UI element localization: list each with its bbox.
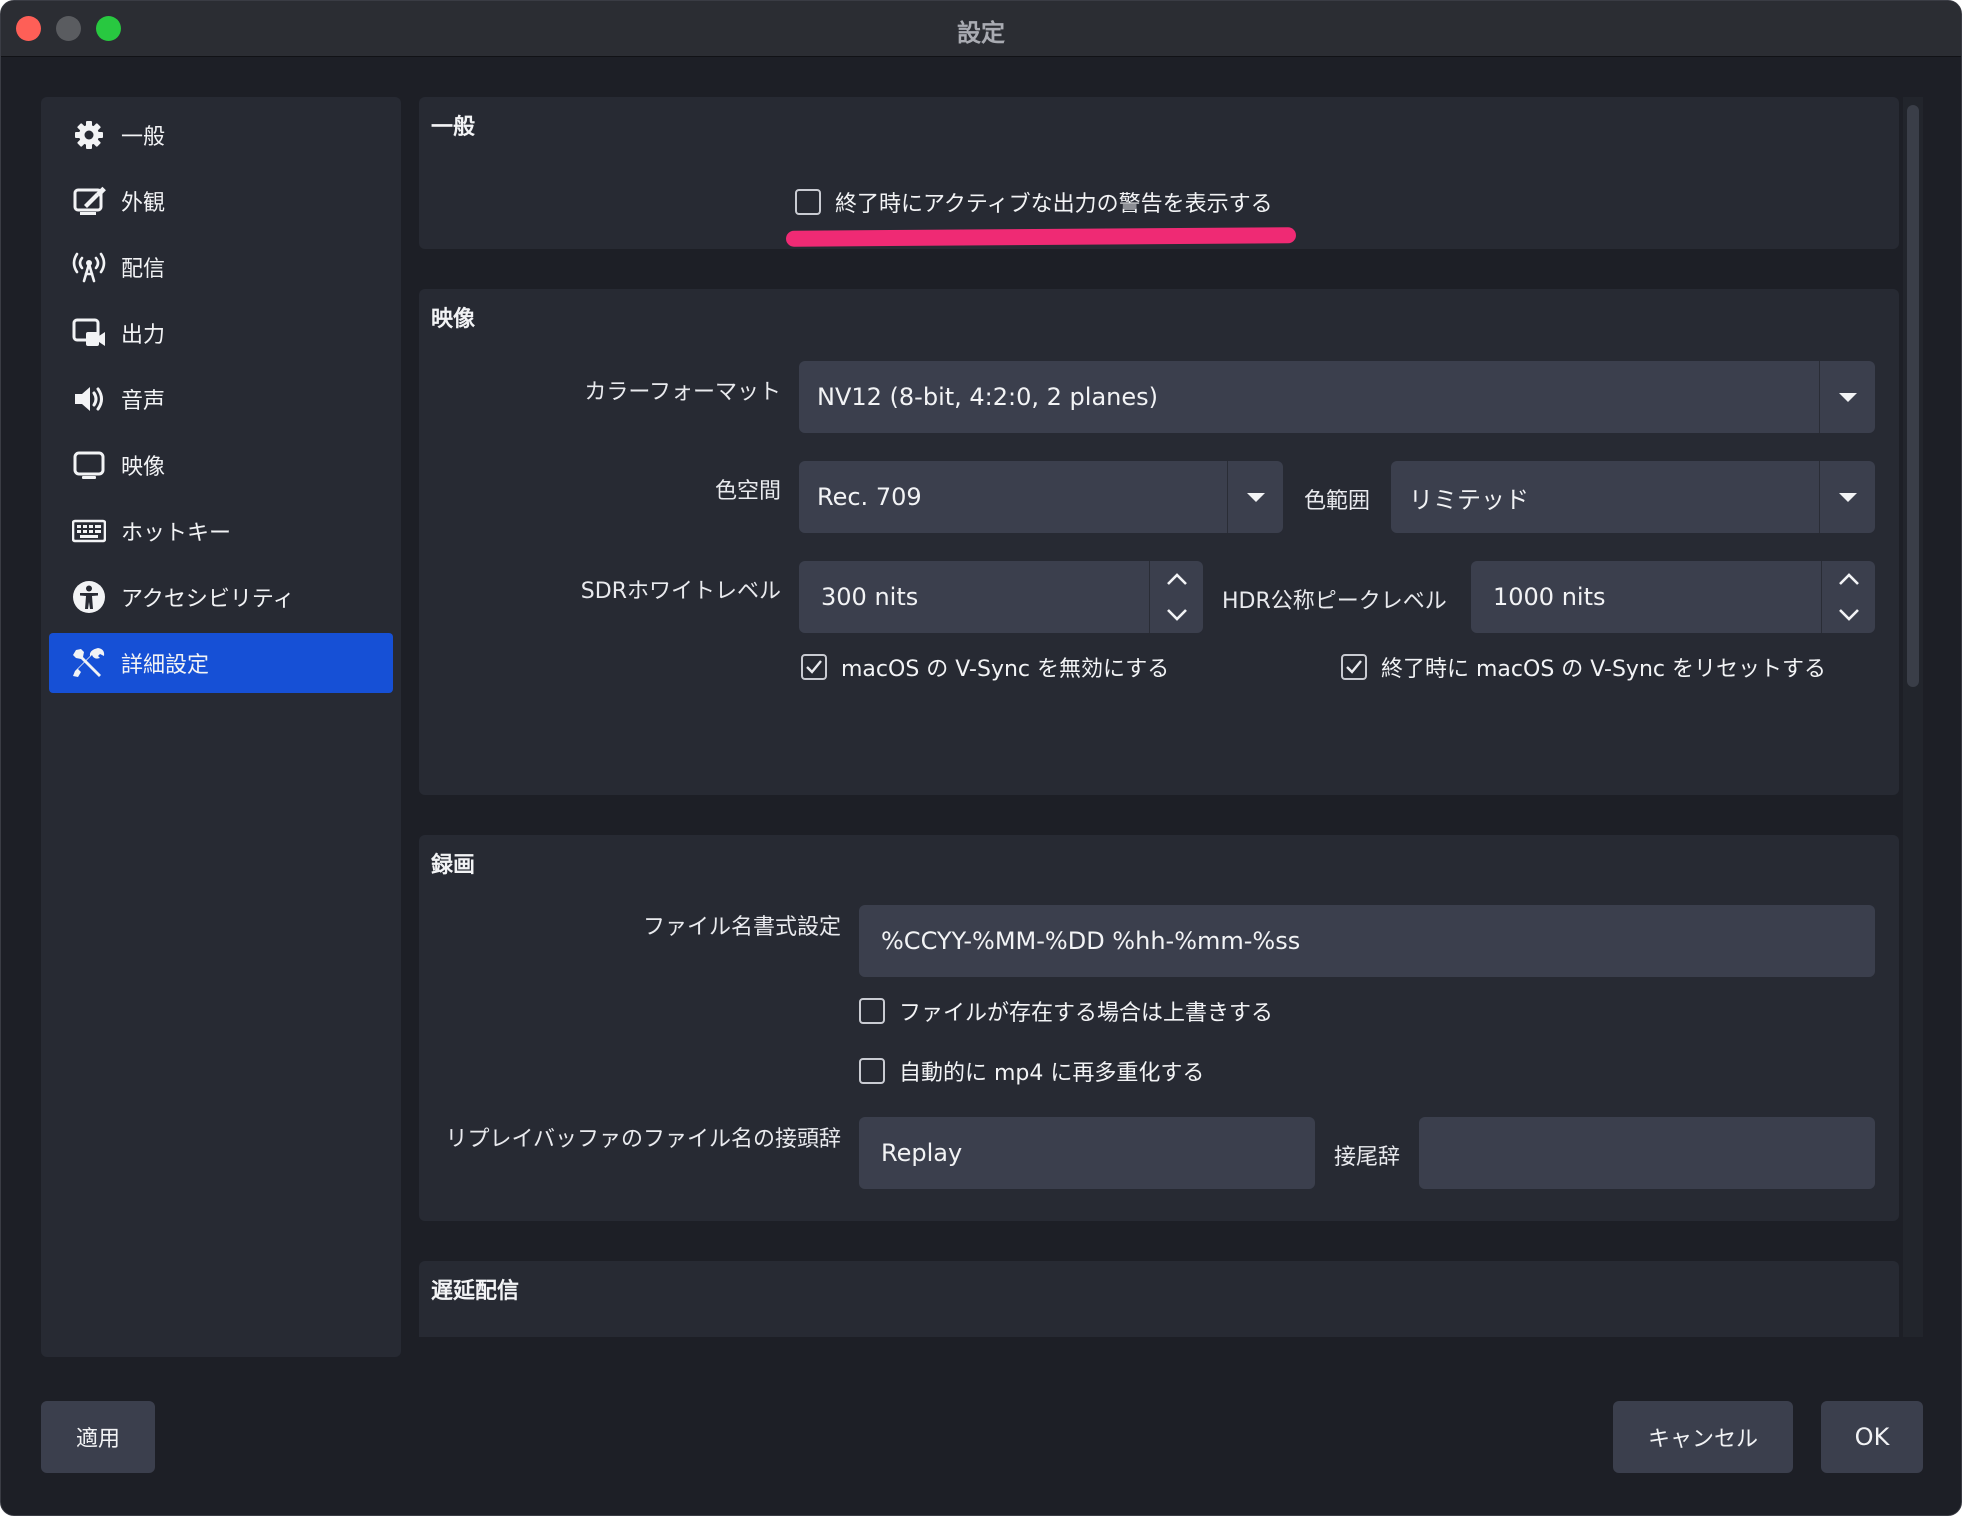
sidebar-item-label: アクセシビリティ (121, 587, 295, 612)
sidebar-item-label: 出力 (121, 323, 166, 348)
sidebar-item-label: 音声 (121, 389, 166, 414)
settings-content: 一般 終了時にアクティブな出力の警告を表示する 映像 カラーフォーマット NV1… (419, 97, 1921, 1337)
replay-prefix-label: リプレイバッファのファイル名の接頭辞 (445, 1127, 841, 1152)
reset-vsync-checkbox-row[interactable]: 終了時に macOS の V-Sync をリセットする (1341, 651, 1826, 683)
title-bar: 設定 (1, 1, 1961, 57)
sidebar-item-label: 配信 (121, 257, 166, 282)
warn-on-exit-checkbox[interactable] (795, 189, 821, 215)
sidebar-item-accessibility[interactable]: アクセシビリティ (49, 567, 393, 627)
sidebar-item-label: 一般 (121, 125, 166, 150)
sidebar-item-advanced[interactable]: 詳細設定 (49, 633, 393, 693)
chevron-up-icon[interactable] (1822, 561, 1876, 597)
chevron-down-icon[interactable] (1150, 597, 1204, 633)
sidebar: 一般 外観 配信 出力 音声 映像 ホットキー アクセシビリティ 詳細設定 (41, 97, 401, 1357)
sidebar-item-output[interactable]: 出力 (49, 303, 393, 363)
monitor-icon (69, 445, 109, 485)
scrollbar-thumb[interactable] (1907, 105, 1919, 687)
group-general: 一般 終了時にアクティブな出力の警告を表示する (419, 97, 1899, 249)
sidebar-item-stream[interactable]: 配信 (49, 237, 393, 297)
warn-on-exit-checkbox-row[interactable]: 終了時にアクティブな出力の警告を表示する (795, 186, 1273, 218)
sidebar-item-general[interactable]: 一般 (49, 105, 393, 165)
apply-button[interactable]: 適用 (41, 1401, 155, 1473)
disable-vsync-checkbox[interactable] (801, 654, 827, 680)
cancel-button[interactable]: キャンセル (1613, 1401, 1793, 1473)
sdr-white-level-spinbox[interactable]: 300 nits (799, 561, 1203, 633)
speaker-icon (69, 379, 109, 419)
hdr-peak-level-label: HDR公称ピークレベル (1222, 589, 1447, 614)
group-stream-delay: 遅延配信 (419, 1261, 1899, 1337)
warn-on-exit-label: 終了時にアクティブな出力の警告を表示する (835, 192, 1273, 217)
sidebar-item-audio[interactable]: 音声 (49, 369, 393, 429)
group-recording: 録画 ファイル名書式設定 %CCYY-%MM-%DD %hh-%mm-%ss フ… (419, 835, 1899, 1221)
ok-button[interactable]: OK (1821, 1401, 1923, 1473)
overwrite-checkbox[interactable] (859, 998, 885, 1024)
settings-window: 設定 一般 外観 配信 出力 音声 映像 ホットキー アクセシビリティ 詳細設定… (0, 0, 1962, 1516)
chevron-down-icon[interactable] (1227, 461, 1283, 533)
chevron-down-icon[interactable] (1819, 461, 1875, 533)
color-space-select[interactable]: Rec. 709 (799, 461, 1283, 533)
sidebar-item-label: ホットキー (121, 521, 232, 546)
sidebar-item-label: 詳細設定 (121, 653, 210, 678)
group-title: 録画 (431, 853, 476, 878)
group-video: 映像 カラーフォーマット NV12 (8-bit, 4:2:0, 2 plane… (419, 289, 1899, 795)
disable-vsync-checkbox-row[interactable]: macOS の V-Sync を無効にする (801, 651, 1169, 683)
color-format-select[interactable]: NV12 (8-bit, 4:2:0, 2 planes) (799, 361, 1875, 433)
filename-format-label: ファイル名書式設定 (642, 915, 841, 940)
accessibility-icon (69, 577, 109, 617)
reset-vsync-checkbox[interactable] (1341, 654, 1367, 680)
appearance-icon (69, 181, 109, 221)
keyboard-icon (69, 511, 109, 551)
sdr-white-level-label: SDRホワイトレベル (580, 579, 781, 604)
hdr-peak-level-spinbox[interactable]: 1000 nits (1471, 561, 1875, 633)
color-range-label: 色範囲 (1304, 489, 1371, 514)
color-range-select[interactable]: リミテッド (1391, 461, 1875, 533)
overwrite-checkbox-row[interactable]: ファイルが存在する場合は上書きする (859, 995, 1273, 1027)
color-space-label: 色空間 (714, 479, 781, 504)
color-format-label: カラーフォーマット (584, 380, 781, 405)
chevron-up-icon[interactable] (1150, 561, 1204, 597)
group-title: 映像 (431, 307, 476, 332)
filename-format-input[interactable]: %CCYY-%MM-%DD %hh-%mm-%ss (859, 905, 1875, 977)
replay-prefix-input[interactable]: Replay (859, 1117, 1315, 1189)
window-title: 設定 (957, 19, 1005, 47)
sidebar-item-video[interactable]: 映像 (49, 435, 393, 495)
output-icon (69, 313, 109, 353)
sidebar-item-appearance[interactable]: 外観 (49, 171, 393, 231)
checkmark-icon (806, 660, 822, 674)
sidebar-item-label: 映像 (121, 455, 166, 480)
tools-icon (69, 643, 109, 683)
chevron-down-icon[interactable] (1822, 597, 1876, 633)
chevron-down-icon[interactable] (1819, 361, 1875, 433)
auto-remux-checkbox-row[interactable]: 自動的に mp4 に再多重化する (859, 1055, 1204, 1087)
replay-suffix-input[interactable] (1419, 1117, 1875, 1189)
antenna-icon (69, 247, 109, 287)
auto-remux-checkbox[interactable] (859, 1058, 885, 1084)
group-title: 遅延配信 (431, 1279, 520, 1304)
sidebar-item-label: 外観 (121, 191, 166, 216)
sidebar-item-hotkeys[interactable]: ホットキー (49, 501, 393, 561)
replay-suffix-label: 接尾辞 (1334, 1145, 1401, 1170)
gear-icon (69, 115, 109, 155)
group-title: 一般 (431, 115, 476, 140)
checkmark-icon (1346, 660, 1362, 674)
